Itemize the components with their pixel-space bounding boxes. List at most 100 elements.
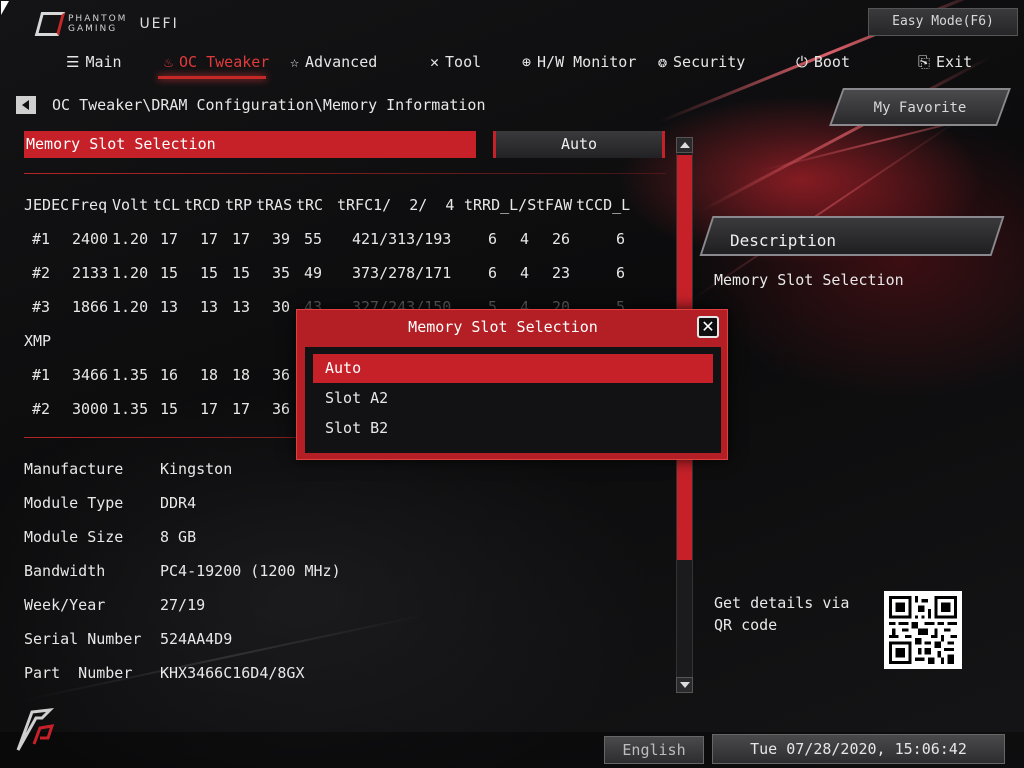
- table-cell: 15: [160, 264, 179, 282]
- table-cell: 30: [272, 298, 291, 316]
- qr-caption: Get details via QR code: [714, 594, 850, 634]
- tab-main[interactable]: ☰ Main: [66, 50, 122, 74]
- table-cell: #3: [32, 298, 51, 316]
- asrock-pg-logo-icon: [12, 704, 58, 754]
- flame-icon: ♨: [164, 53, 174, 71]
- option-slot-a2[interactable]: Slot A2: [313, 384, 713, 413]
- table-cell: 18: [232, 366, 251, 384]
- table-cell: 17: [232, 400, 251, 418]
- table-cell: 15: [200, 264, 219, 282]
- timing-header: tRFC1/ 2/ 4: [337, 196, 455, 214]
- main-tabs: ☰ Main ♨ OC Tweaker ☆ Advanced ✕ Tool ⊕ …: [56, 50, 1006, 80]
- info-value-bandwidth: PC4-19200 (1200 MHz): [160, 562, 341, 580]
- table-cell: 55: [304, 230, 323, 248]
- table-cell: 17: [200, 230, 219, 248]
- table-cell: 23: [552, 264, 571, 282]
- info-label-week-year: Week/Year: [24, 596, 106, 614]
- timing-header: JEDEC: [24, 196, 70, 214]
- tab-advanced[interactable]: ☆ Advanced: [290, 50, 377, 74]
- info-label-serial-number: Serial Number: [24, 630, 142, 648]
- description-text: Memory Slot Selection: [714, 271, 904, 289]
- timing-header: tRAS: [256, 196, 293, 214]
- table-cell: 36: [272, 400, 291, 418]
- scroll-down-arrow-icon[interactable]: [676, 677, 693, 693]
- my-favorite-button[interactable]: My Favorite: [852, 100, 988, 116]
- exit-icon: ⎘: [918, 53, 931, 71]
- table-cell: 1.20: [112, 230, 149, 248]
- table-cell: 16: [160, 366, 179, 384]
- info-value-week-year: 27/19: [160, 596, 206, 614]
- shield-icon: ❂: [658, 53, 668, 71]
- table-cell: #2: [32, 400, 51, 418]
- table-cell: 2133: [72, 264, 109, 282]
- table-cell: 1.20: [112, 264, 149, 282]
- table-cell: 6: [488, 264, 498, 282]
- tab-oc-tweaker[interactable]: ♨ OC Tweaker: [164, 50, 269, 74]
- language-button[interactable]: English: [604, 736, 704, 764]
- option-auto[interactable]: Auto: [313, 354, 713, 383]
- dialog-option-list: Auto Slot A2 Slot B2: [305, 347, 721, 453]
- dialog-title: Memory Slot Selection: [408, 318, 598, 336]
- table-cell: 4: [520, 264, 530, 282]
- info-label-bandwidth: Bandwidth: [24, 562, 106, 580]
- tab-boot[interactable]: ⏻ Boot: [796, 50, 850, 74]
- memory-slot-selection-value[interactable]: Auto: [493, 131, 665, 158]
- tab-tool[interactable]: ✕ Tool: [430, 50, 481, 74]
- timing-header: tCCD_L: [576, 196, 631, 214]
- table-cell: 49: [304, 264, 323, 282]
- crosshair-icon: ⊕: [522, 53, 532, 71]
- info-label-manufacture: Manufacture: [24, 460, 124, 478]
- timing-header: tRC: [296, 196, 324, 214]
- table-cell: 6: [616, 230, 626, 248]
- brand-line-1: PHANTOM: [68, 14, 128, 24]
- info-value-manufacture: Kingston: [160, 460, 233, 478]
- table-cell: 13: [160, 298, 179, 316]
- memory-slot-selection-dialog: Memory Slot Selection ✕ Auto Slot A2 Slo…: [296, 309, 728, 460]
- close-icon[interactable]: ✕: [697, 316, 719, 338]
- table-cell: 3000: [72, 400, 109, 418]
- table-cell: 421/313/193: [352, 230, 452, 248]
- tab-exit[interactable]: ⎘ Exit: [918, 50, 972, 74]
- info-value-part-number: KHX3466C16D4/8GX: [160, 664, 305, 682]
- table-cell: 2400: [72, 230, 109, 248]
- info-label-part-number: Part Number: [24, 664, 133, 682]
- tab-security[interactable]: ❂ Security: [658, 50, 745, 74]
- mouse-cursor-icon: [1, 1, 9, 15]
- tools-icon: ✕: [430, 53, 440, 71]
- tab-hw-monitor[interactable]: ⊕ H/W Monitor: [522, 50, 636, 74]
- power-icon: ⏻: [796, 53, 808, 71]
- timing-header: Freq: [71, 196, 108, 214]
- table-cell: 1.20: [112, 298, 149, 316]
- table-cell: 39: [272, 230, 291, 248]
- scroll-up-arrow-icon[interactable]: [676, 137, 693, 153]
- table-cell: 17: [160, 230, 179, 248]
- table-cell: 15: [232, 264, 251, 282]
- table-cell: 1866: [72, 298, 109, 316]
- xmp-label: XMP: [24, 332, 52, 350]
- qr-code-icon: [884, 591, 962, 669]
- table-cell: #1: [32, 230, 51, 248]
- divider: [24, 173, 666, 174]
- easy-mode-button[interactable]: Easy Mode(F6): [868, 8, 1018, 36]
- table-cell: 13: [200, 298, 219, 316]
- table-cell: 1.35: [112, 366, 149, 384]
- timing-header: tRRD_L/S: [464, 196, 537, 214]
- option-slot-b2[interactable]: Slot B2: [313, 414, 713, 443]
- active-tab-indicator: [158, 76, 266, 79]
- table-cell: 35: [272, 264, 291, 282]
- table-cell: 18: [200, 366, 219, 384]
- timing-header: tRCD: [184, 196, 221, 214]
- table-cell: 373/278/171: [352, 264, 452, 282]
- table-cell: 6: [616, 264, 626, 282]
- info-label-module-type: Module Type: [24, 494, 124, 512]
- timing-header: Volt: [112, 196, 149, 214]
- back-arrow-icon[interactable]: [16, 96, 36, 114]
- timing-header: tRP: [225, 196, 253, 214]
- brand-line-2: GAMING: [68, 24, 118, 34]
- info-label-module-size: Module Size: [24, 528, 124, 546]
- info-value-module-size: 8 GB: [160, 528, 197, 546]
- table-cell: 17: [232, 230, 251, 248]
- table-cell: 6: [488, 230, 498, 248]
- table-cell: 36: [272, 366, 291, 384]
- memory-slot-selection-item[interactable]: Memory Slot Selection: [24, 131, 476, 158]
